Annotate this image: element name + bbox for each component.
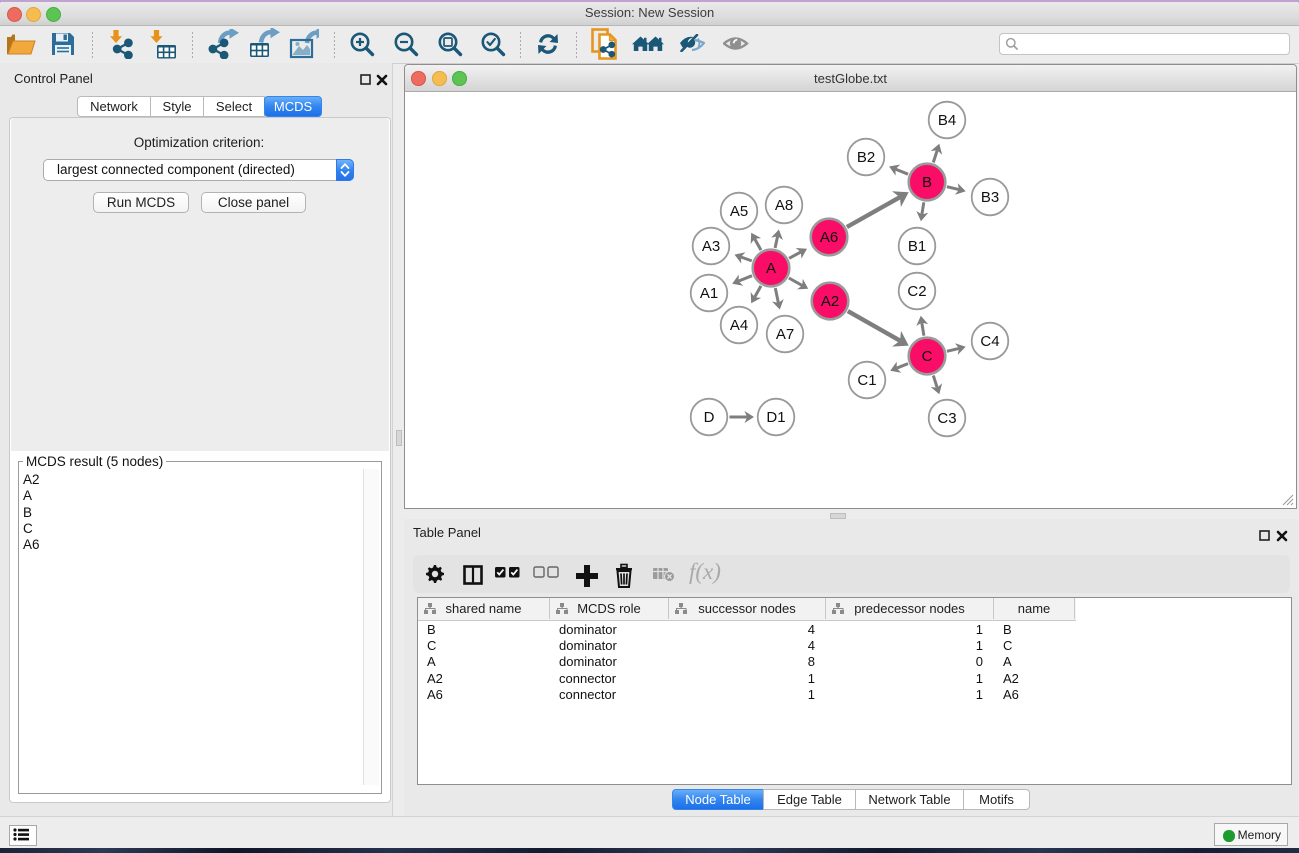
svg-text:D1: D1 [766, 409, 785, 426]
svg-text:B3: B3 [981, 189, 999, 206]
svg-text:A6: A6 [820, 229, 838, 246]
svg-text:B4: B4 [938, 112, 956, 129]
svg-text:C: C [922, 348, 933, 365]
svg-text:B2: B2 [857, 149, 875, 166]
svg-text:B1: B1 [908, 238, 926, 255]
svg-text:C1: C1 [857, 372, 876, 389]
svg-text:A4: A4 [730, 317, 748, 334]
svg-text:C2: C2 [907, 283, 926, 300]
svg-text:A5: A5 [730, 203, 748, 220]
svg-text:A7: A7 [776, 326, 794, 343]
svg-text:D: D [704, 409, 715, 426]
svg-text:A: A [766, 260, 776, 277]
svg-text:A3: A3 [702, 238, 720, 255]
svg-text:A8: A8 [775, 197, 793, 214]
svg-text:C3: C3 [937, 410, 956, 427]
svg-text:A1: A1 [700, 285, 718, 302]
svg-text:B: B [922, 174, 932, 191]
svg-text:A2: A2 [821, 293, 839, 310]
svg-text:C4: C4 [980, 333, 999, 350]
